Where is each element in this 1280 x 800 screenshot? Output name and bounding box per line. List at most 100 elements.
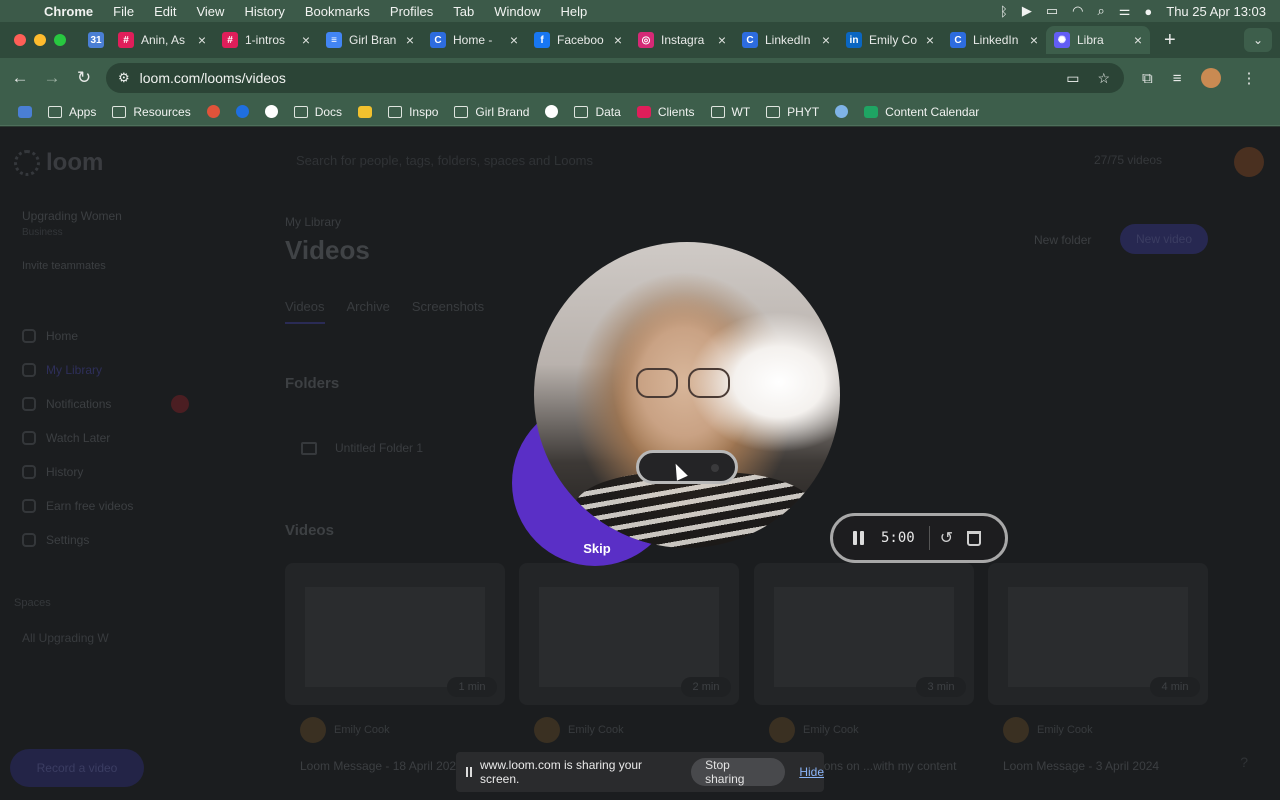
spotlight-search-icon[interactable]: ⌕ bbox=[1097, 3, 1104, 19]
bookmark-item[interactable] bbox=[827, 105, 856, 118]
extensions-puzzle-icon[interactable]: ⧉ bbox=[1142, 70, 1153, 87]
video-card[interactable]: 3 min bbox=[754, 563, 974, 705]
url-text[interactable]: loom.com/looms/videos bbox=[140, 70, 286, 86]
bookmark-folder[interactable]: Docs bbox=[286, 105, 350, 119]
close-tab-icon[interactable]: × bbox=[926, 32, 934, 48]
bookmark-folder[interactable]: PHYT bbox=[758, 105, 827, 119]
back-arrow-icon[interactable]: ← bbox=[4, 68, 36, 88]
sidebar-item-earn-free-videos[interactable]: Earn free videos bbox=[22, 489, 189, 523]
bookmark-item[interactable]: Content Calendar bbox=[856, 105, 987, 119]
bluetooth-icon[interactable]: ᛒ bbox=[1000, 4, 1008, 19]
bookmark-item[interactable] bbox=[257, 105, 286, 118]
browser-tab[interactable]: C LinkedIn × bbox=[734, 26, 838, 54]
close-window-button[interactable] bbox=[14, 34, 26, 46]
tab-archive[interactable]: Archive bbox=[347, 299, 390, 324]
close-tab-icon[interactable]: × bbox=[302, 32, 310, 48]
wifi-icon[interactable]: ◠ bbox=[1072, 3, 1083, 19]
bookmark-folder[interactable]: WT bbox=[703, 105, 759, 119]
bookmark-folder[interactable]: Data bbox=[566, 105, 628, 119]
menu-help[interactable]: Help bbox=[551, 4, 598, 19]
forward-arrow-icon[interactable]: → bbox=[36, 68, 68, 88]
bookmark-item[interactable] bbox=[199, 105, 228, 118]
bookmark-star-icon[interactable]: ☆ bbox=[1097, 70, 1110, 87]
drag-handle-icon[interactable] bbox=[466, 767, 472, 777]
tab-videos[interactable]: Videos bbox=[285, 299, 325, 324]
maximize-window-button[interactable] bbox=[54, 34, 66, 46]
browser-tab[interactable]: #1-intros × bbox=[214, 26, 318, 54]
sidebar-item-home[interactable]: Home bbox=[22, 319, 189, 353]
bookmark-item[interactable] bbox=[10, 105, 40, 118]
menu-window[interactable]: Window bbox=[484, 4, 550, 19]
stop-sharing-button[interactable]: Stop sharing bbox=[691, 758, 786, 786]
bookmark-folder[interactable]: Resources bbox=[104, 105, 198, 119]
loom-logo[interactable]: loom bbox=[14, 149, 103, 177]
hide-link[interactable]: Hide bbox=[799, 765, 824, 779]
sidebar-item-history[interactable]: History bbox=[22, 455, 189, 489]
bookmark-item[interactable] bbox=[350, 105, 380, 118]
bookmark-item[interactable]: Clients bbox=[629, 105, 703, 119]
menu-tab[interactable]: Tab bbox=[443, 4, 484, 19]
camera-option-dot[interactable] bbox=[711, 464, 719, 472]
invite-teammates-link[interactable]: Invite teammates bbox=[22, 260, 122, 272]
browser-tab[interactable]: ◎ Instagra × bbox=[630, 26, 734, 54]
menu-profiles[interactable]: Profiles bbox=[380, 4, 443, 19]
bookmark-folder[interactable]: Girl Brand bbox=[446, 105, 537, 119]
workspace-switcher[interactable]: Upgrading Women Business Invite teammate… bbox=[22, 209, 122, 272]
browser-tab[interactable]: C Home - × bbox=[422, 26, 526, 54]
new-tab-button[interactable]: + bbox=[1150, 29, 1190, 52]
bookmark-item[interactable] bbox=[537, 105, 566, 118]
minimize-window-button[interactable] bbox=[34, 34, 46, 46]
breadcrumb[interactable]: My Library bbox=[285, 215, 341, 229]
battery-icon[interactable]: ▭ bbox=[1046, 3, 1058, 19]
control-center-icon[interactable]: ⚌ bbox=[1119, 3, 1131, 19]
browser-tab[interactable]: in Emily Co × bbox=[838, 26, 942, 54]
space-item[interactable]: All Upgrading W bbox=[22, 631, 109, 645]
address-bar[interactable]: ⚙ loom.com/looms/videos ▭ ☆ bbox=[106, 63, 1124, 93]
folder-card[interactable]: Untitled Folder 1 bbox=[285, 420, 505, 476]
profile-avatar[interactable] bbox=[1201, 68, 1222, 88]
close-tab-icon[interactable]: × bbox=[1030, 32, 1038, 48]
siri-icon[interactable]: ● bbox=[1144, 4, 1152, 19]
sidebar-item-settings[interactable]: Settings bbox=[22, 523, 189, 557]
sidebar-item-watch-later[interactable]: Watch Later bbox=[22, 421, 189, 455]
clock[interactable]: Thu 25 Apr 13:03 bbox=[1166, 4, 1266, 19]
close-tab-icon[interactable]: × bbox=[718, 32, 726, 48]
browser-tab[interactable]: ≡ Girl Bran × bbox=[318, 26, 422, 54]
sidebar-item-notifications[interactable]: Notifications bbox=[22, 387, 190, 421]
browser-tab[interactable]: C LinkedIn × bbox=[942, 26, 1046, 54]
pause-icon[interactable] bbox=[853, 531, 865, 545]
record-video-button[interactable]: Record a video bbox=[10, 749, 144, 787]
close-tab-icon[interactable]: × bbox=[510, 32, 518, 48]
menu-history[interactable]: History bbox=[234, 4, 294, 19]
search-input[interactable]: Search for people, tags, folders, spaces… bbox=[296, 153, 593, 168]
new-video-button[interactable]: New video bbox=[1120, 224, 1208, 254]
browser-tab[interactable]: f Faceboo × bbox=[526, 26, 630, 54]
menu-edit[interactable]: Edit bbox=[144, 4, 186, 19]
restart-icon[interactable]: ↺ bbox=[940, 528, 953, 548]
video-card[interactable]: 1 min bbox=[285, 563, 505, 705]
close-tab-icon[interactable]: × bbox=[406, 32, 414, 48]
bookmark-item[interactable] bbox=[228, 105, 257, 118]
tab-search-button[interactable]: ⌄ bbox=[1244, 28, 1272, 52]
menu-app-name[interactable]: Chrome bbox=[40, 4, 103, 19]
close-tab-icon[interactable]: × bbox=[198, 32, 206, 48]
sidebar-item-my-library[interactable]: My Library bbox=[22, 353, 189, 387]
bookmark-folder[interactable]: Apps bbox=[40, 105, 104, 119]
menu-bookmarks[interactable]: Bookmarks bbox=[295, 4, 380, 19]
help-icon[interactable]: ? bbox=[1240, 754, 1248, 770]
video-card[interactable]: 4 min bbox=[988, 563, 1208, 705]
video-card[interactable]: 2 min bbox=[519, 563, 739, 705]
bookmark-folder[interactable]: Inspo bbox=[380, 105, 446, 119]
browser-tab[interactable]: 31 bbox=[80, 26, 110, 54]
media-controls-icon[interactable]: ≡ bbox=[1173, 70, 1182, 87]
site-settings-icon[interactable]: ⚙ bbox=[118, 70, 130, 86]
camera-bubble[interactable] bbox=[534, 242, 840, 548]
camera-bubble-controls[interactable] bbox=[636, 450, 738, 484]
new-folder-button[interactable]: New folder bbox=[1034, 233, 1091, 247]
close-tab-icon[interactable]: × bbox=[1134, 32, 1142, 48]
browser-tab[interactable]: ✺ Libra × bbox=[1046, 26, 1150, 54]
tab-screenshots[interactable]: Screenshots bbox=[412, 299, 484, 324]
browser-tab[interactable]: # Anin, As × bbox=[110, 26, 214, 54]
video-title[interactable]: Loom Message - 3 April 2024 bbox=[1003, 759, 1223, 773]
reload-icon[interactable]: ↻ bbox=[68, 68, 100, 88]
